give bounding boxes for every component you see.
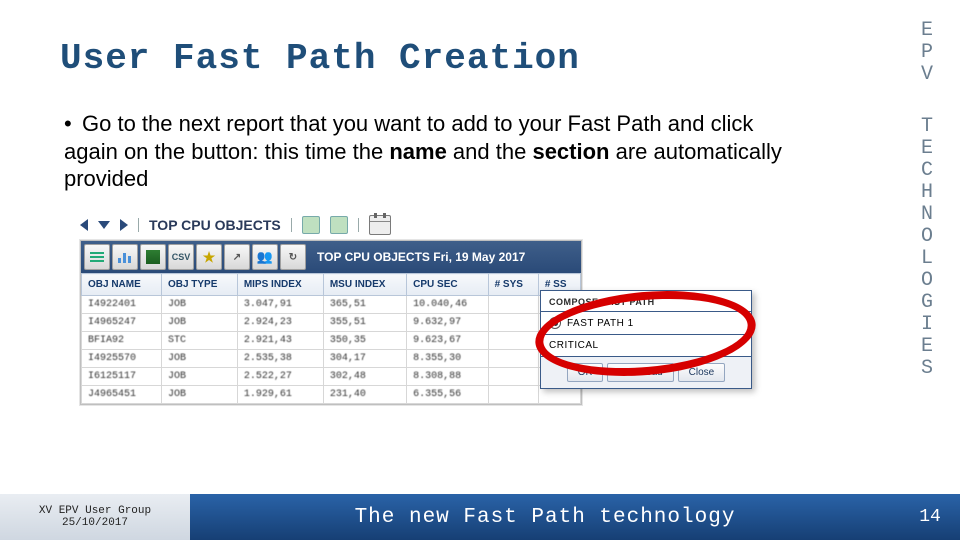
table-cell: 6.355,56 [407, 386, 488, 404]
column-header[interactable]: # SYS [488, 274, 538, 296]
table-cell: 304,17 [323, 350, 406, 368]
csv-export-icon[interactable]: CSV [168, 244, 194, 270]
column-header[interactable]: MIPS INDEX [237, 274, 323, 296]
table-cell: I4922401 [82, 296, 162, 314]
table-cell: JOB [161, 314, 237, 332]
table-cell: 1.929,61 [237, 386, 323, 404]
table-cell: 10.040,46 [407, 296, 488, 314]
bullet-text: •Go to the next report that you want to … [64, 110, 784, 193]
table-cell: JOB [161, 386, 237, 404]
footer-group: XV EPV User Group [39, 505, 151, 517]
table-cell: 355,51 [323, 314, 406, 332]
table-cell: 231,40 [323, 386, 406, 404]
report-toolbar: CSV ★ ↗ 👥 ↻ TOP CPU OBJECTS Fri, 19 May … [81, 241, 581, 273]
table-cell: 2.921,43 [237, 332, 323, 350]
section-name-row[interactable]: CRITICAL [541, 335, 751, 356]
table-row: I6125117JOB2.522,27302,488.308,88 [82, 368, 581, 386]
table-cell [488, 296, 538, 314]
radio-label: FAST PATH 1 [567, 318, 634, 329]
table-cell: JOB [161, 368, 237, 386]
table-cell: JOB [161, 296, 237, 314]
table-cell [488, 368, 538, 386]
prev-icon[interactable] [80, 219, 88, 231]
fast-path-radio-row[interactable]: FAST PATH 1 [541, 312, 751, 335]
dialog-button-bar: OK Download Close [541, 356, 751, 388]
separator [138, 218, 139, 232]
table-cell: I6125117 [82, 368, 162, 386]
report-screenshot: CSV ★ ↗ 👥 ↻ TOP CPU OBJECTS Fri, 19 May … [80, 240, 582, 405]
table-cell [488, 332, 538, 350]
table-cell: 9.623,67 [407, 332, 488, 350]
table-cell: I4925570 [82, 350, 162, 368]
table-cell: J4965451 [82, 386, 162, 404]
bullet-mid: and the [447, 139, 533, 164]
page-title: User Fast Path Creation [60, 38, 580, 79]
excel-export-icon[interactable] [140, 244, 166, 270]
page-number: 14 [900, 507, 960, 527]
bullet-em-name: name [389, 139, 446, 164]
section-name-value: CRITICAL [549, 340, 599, 351]
table-cell: 2.522,27 [237, 368, 323, 386]
table-cell: I4965247 [82, 314, 162, 332]
table-row: I4965247JOB2.924,23355,519.632,97 [82, 314, 581, 332]
bar-chart-icon[interactable] [112, 244, 138, 270]
calendar-icon[interactable] [369, 215, 391, 235]
refresh-icon[interactable]: ↻ [280, 244, 306, 270]
footer-left: XV EPV User Group 25/10/2017 [0, 494, 190, 540]
dialog-title: COMPOSE FAST PATH [541, 291, 751, 312]
table-cell [488, 386, 538, 404]
table-cell: BFIA92 [82, 332, 162, 350]
table-cell: STC [161, 332, 237, 350]
column-header[interactable]: OBJ NAME [82, 274, 162, 296]
table-cell: 365,51 [323, 296, 406, 314]
breadcrumb-toolbar: TOP CPU OBJECTS [80, 215, 391, 235]
copy2-icon[interactable] [330, 216, 348, 234]
table-row: J4965451JOB1.929,61231,406.355,56 [82, 386, 581, 404]
ok-button[interactable]: OK [567, 363, 603, 382]
table-cell: 2.535,38 [237, 350, 323, 368]
side-letters-technologies: TECHNOLOGIES [918, 116, 936, 380]
separator [358, 218, 359, 232]
breadcrumb-label: TOP CPU OBJECTS [149, 217, 281, 233]
separator [291, 218, 292, 232]
download-button[interactable]: Download [607, 363, 673, 382]
copy-icon[interactable] [302, 216, 320, 234]
table-cell: JOB [161, 350, 237, 368]
table-cell: 302,48 [323, 368, 406, 386]
table-cell: 8.308,88 [407, 368, 488, 386]
list-view-icon[interactable] [84, 244, 110, 270]
report-table: OBJ NAMEOBJ TYPEMIPS INDEXMSU INDEXCPU S… [81, 273, 581, 404]
favorite-icon[interactable]: ★ [196, 244, 222, 270]
column-header[interactable]: CPU SEC [407, 274, 488, 296]
table-cell [488, 350, 538, 368]
table-cell: 9.632,97 [407, 314, 488, 332]
table-cell: 3.047,91 [237, 296, 323, 314]
table-row: I4922401JOB3.047,91365,5110.040,46 [82, 296, 581, 314]
table-row: BFIA92STC2.921,43350,359.623,67 [82, 332, 581, 350]
compose-fast-path-dialog: COMPOSE FAST PATH FAST PATH 1 CRITICAL O… [540, 290, 752, 389]
table-cell: 2.924,23 [237, 314, 323, 332]
bullet-em-section: section [532, 139, 609, 164]
close-button[interactable]: Close [678, 363, 726, 382]
chart-line-icon[interactable]: ↗ [224, 244, 250, 270]
footer-center: The new Fast Path technology [190, 506, 900, 529]
table-cell [488, 314, 538, 332]
footer-date: 25/10/2017 [62, 517, 128, 529]
table-cell: 8.355,30 [407, 350, 488, 368]
next-icon[interactable] [120, 219, 128, 231]
table-cell: 350,35 [323, 332, 406, 350]
slide: User Fast Path Creation EPV TECHNOLOGIES… [0, 0, 960, 540]
report-title: TOP CPU OBJECTS Fri, 19 May 2017 [307, 250, 579, 264]
radio-icon[interactable] [549, 317, 561, 329]
column-header[interactable]: OBJ TYPE [161, 274, 237, 296]
side-letters-epv: EPV [918, 20, 936, 86]
dropdown-icon[interactable] [98, 221, 110, 229]
slide-footer: XV EPV User Group 25/10/2017 The new Fas… [0, 494, 960, 540]
users-icon[interactable]: 👥 [252, 244, 278, 270]
column-header[interactable]: MSU INDEX [323, 274, 406, 296]
table-row: I4925570JOB2.535,38304,178.355,30 [82, 350, 581, 368]
